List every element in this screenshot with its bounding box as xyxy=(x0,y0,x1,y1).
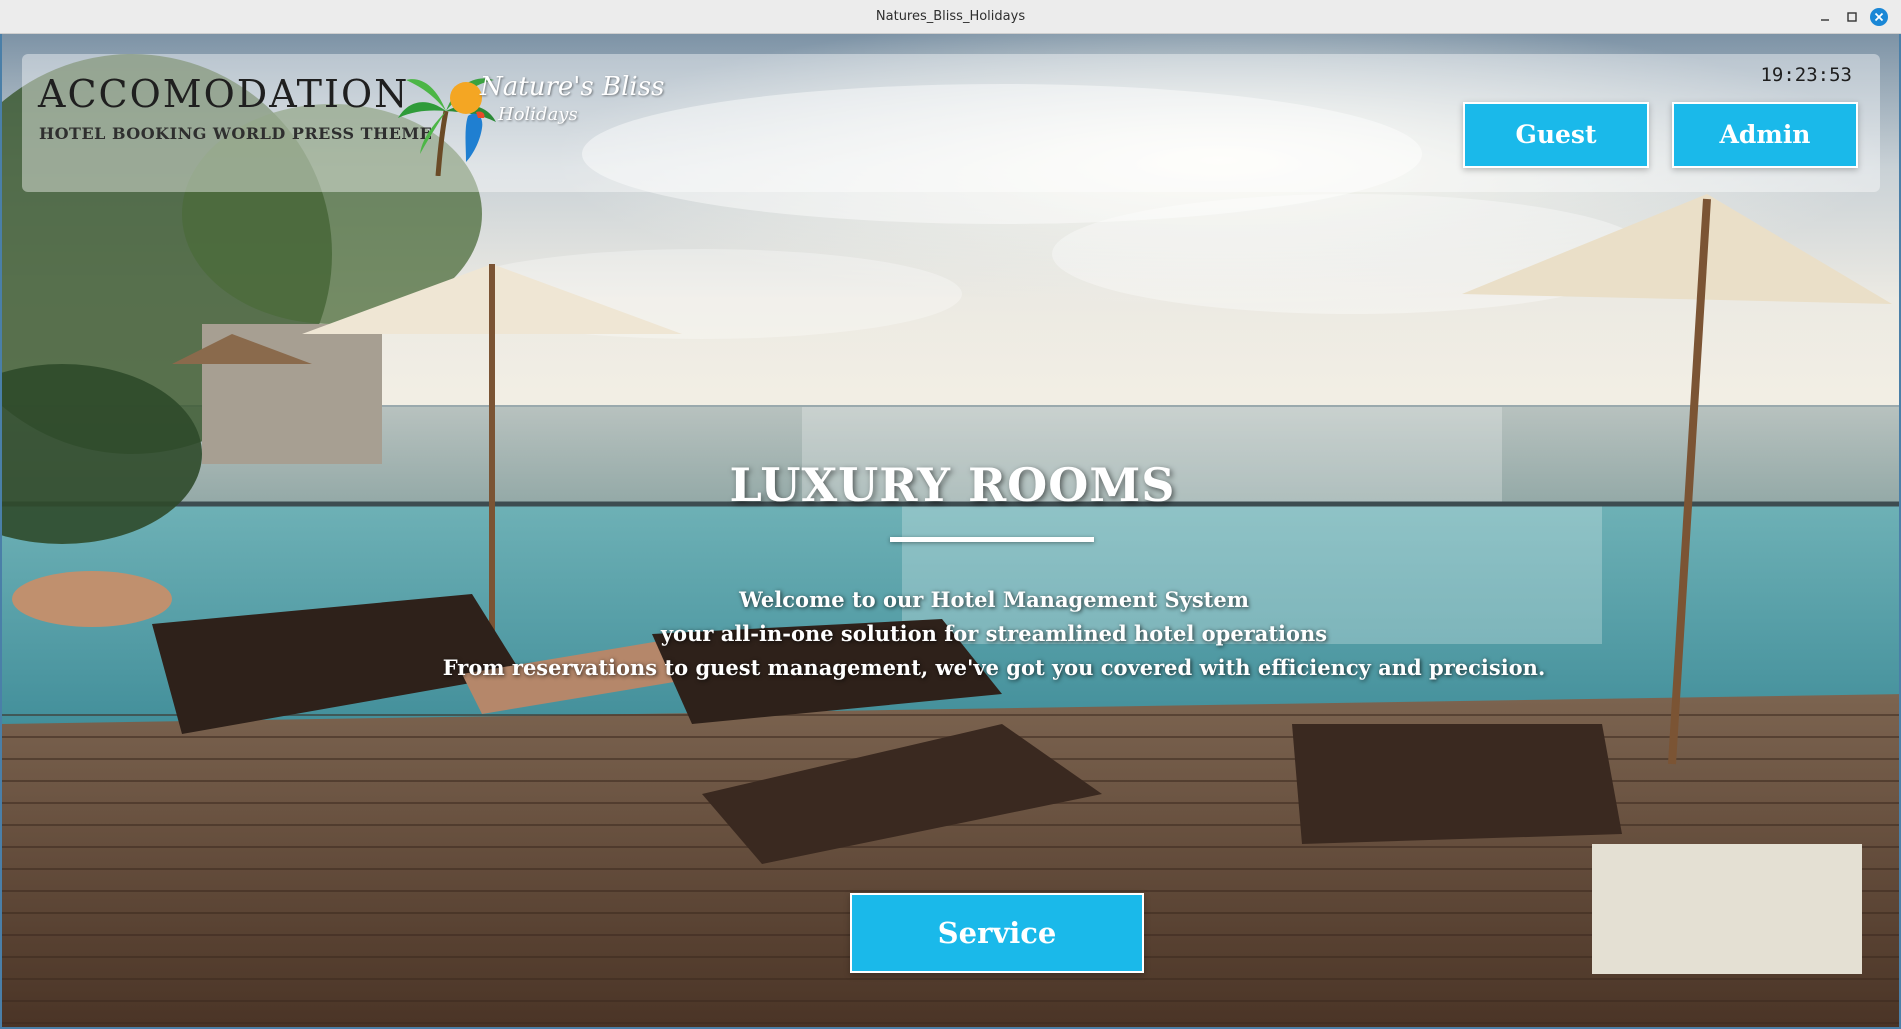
tagline-line-3: From reservations to guest management, w… xyxy=(442,655,1546,680)
brand-title: ACCOMODATION xyxy=(38,72,410,116)
hero-divider xyxy=(890,537,1094,542)
hero-title: LUXURY ROOMS xyxy=(729,458,1176,512)
window-titlebar: Natures_Bliss_Holidays xyxy=(0,0,1901,34)
admin-button[interactable]: Admin xyxy=(1672,102,1858,168)
tagline-line-1: Welcome to our Hotel Management System xyxy=(739,587,1249,612)
clock: 19:23:53 xyxy=(1760,64,1852,86)
service-button[interactable]: Service xyxy=(850,893,1144,973)
tagline-line-2: your all-in-one solution for streamlined… xyxy=(660,621,1328,646)
logo-text-holidays: Holidays xyxy=(498,104,578,125)
minimize-icon[interactable] xyxy=(1816,8,1834,26)
guest-button[interactable]: Guest xyxy=(1463,102,1649,168)
app-window: ACCOMODATION HOTEL BOOKING WORLD PRESS T… xyxy=(0,34,1901,1029)
close-icon[interactable] xyxy=(1870,8,1888,26)
logo-text-natures-bliss: Nature's Bliss xyxy=(480,72,665,102)
maximize-icon[interactable] xyxy=(1843,8,1861,26)
brand-subtitle: HOTEL BOOKING WORLD PRESS THEME xyxy=(39,124,433,143)
window-title: Natures_Bliss_Holidays xyxy=(875,9,1026,24)
